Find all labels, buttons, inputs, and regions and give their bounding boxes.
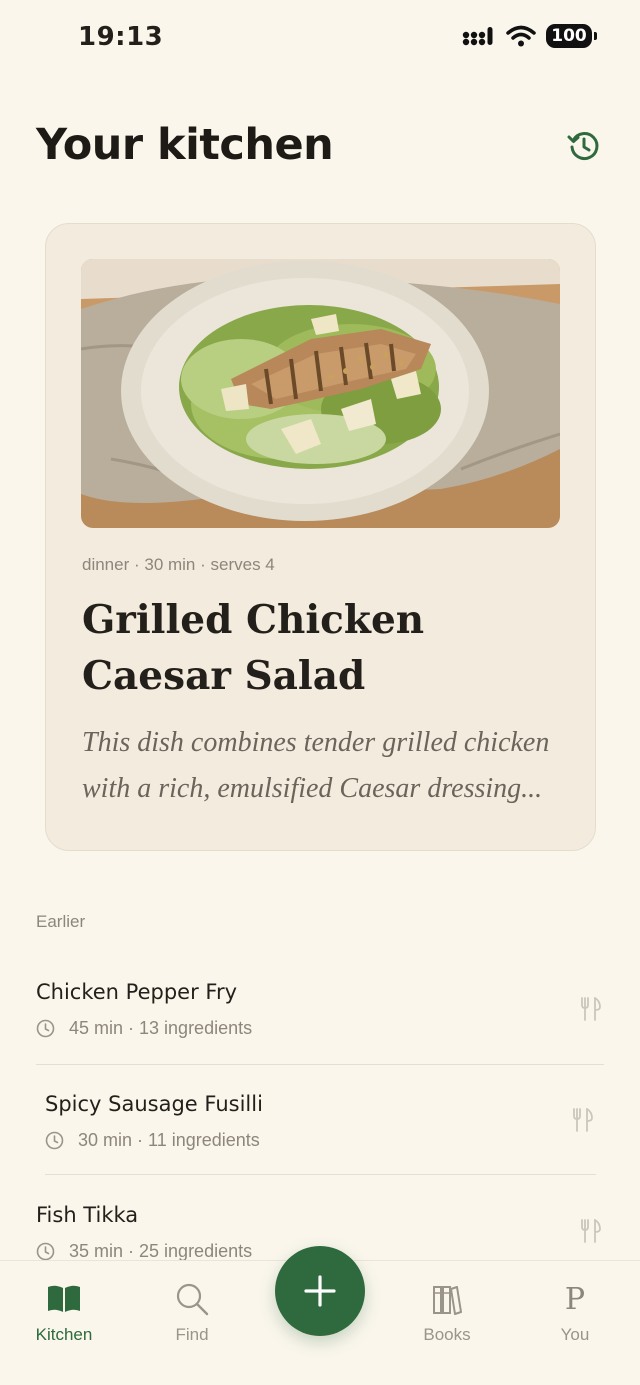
plus-icon	[304, 1275, 336, 1307]
clock-icon	[36, 1019, 55, 1038]
clock-icon	[45, 1131, 64, 1150]
history-button[interactable]	[566, 128, 602, 164]
recipe-photo	[81, 259, 560, 528]
page-title: Your kitchen	[36, 120, 334, 170]
tab-label: You	[560, 1325, 590, 1344]
list-item[interactable]: Chicken Pepper Fry 45 min · 13 ingredien…	[36, 980, 604, 1039]
search-icon	[176, 1283, 209, 1316]
tab-label: Find	[175, 1325, 209, 1344]
fork-knife-icon	[581, 997, 601, 1021]
clock-icon	[36, 1242, 55, 1261]
recipe-title: Grilled Chicken Caesar Salad	[82, 597, 425, 699]
tab-find[interactable]: Find	[137, 1281, 247, 1351]
tab-books[interactable]: Books	[392, 1281, 502, 1351]
list-item-title: Chicken Pepper Fry	[36, 980, 238, 1004]
status-time: 19:13	[78, 22, 164, 52]
list-item-meta-text: 45 min · 13 ingredients	[69, 1018, 253, 1038]
history-icon	[567, 132, 599, 160]
books-icon	[433, 1286, 462, 1315]
tab-label: Books	[423, 1325, 471, 1344]
divider	[36, 1064, 604, 1065]
list-item-meta-text: 30 min · 11 ingredients	[78, 1130, 260, 1150]
featured-recipe-card[interactable]: dinner · 30 min · serves 4 Grilled Chick…	[45, 223, 596, 851]
add-recipe-button[interactable]	[275, 1246, 365, 1336]
list-item-title: Spicy Sausage Fusilli	[45, 1092, 263, 1116]
profile-initial-icon: P	[564, 1281, 586, 1317]
tab-label: Kitchen	[35, 1325, 93, 1344]
divider	[45, 1174, 596, 1175]
recipe-meta: dinner · 30 min · serves 4	[82, 555, 275, 574]
fork-knife-icon	[573, 1108, 593, 1132]
recipe-description: This dish combines tender grilled chicke…	[82, 727, 550, 804]
list-item-meta: 30 min · 11 ingredients	[45, 1130, 596, 1151]
wifi-icon	[506, 25, 536, 47]
battery-indicator: 100	[546, 24, 597, 48]
section-label-earlier: Earlier	[36, 912, 86, 931]
tab-kitchen[interactable]: Kitchen	[9, 1281, 119, 1351]
list-item-title: Fish Tikka	[36, 1203, 139, 1227]
status-bar: 19:13 100	[0, 0, 640, 80]
list-item[interactable]: Spicy Sausage Fusilli 30 min · 11 ingred…	[45, 1092, 596, 1151]
tab-you[interactable]: P You	[520, 1281, 630, 1351]
status-icons: 100	[462, 24, 597, 48]
signal-icon	[462, 27, 493, 46]
fork-knife-icon	[581, 1219, 601, 1243]
book-open-icon	[48, 1285, 80, 1312]
list-item-meta-text: 35 min · 25 ingredients	[69, 1241, 253, 1261]
list-item-meta: 45 min · 13 ingredients	[36, 1018, 604, 1039]
